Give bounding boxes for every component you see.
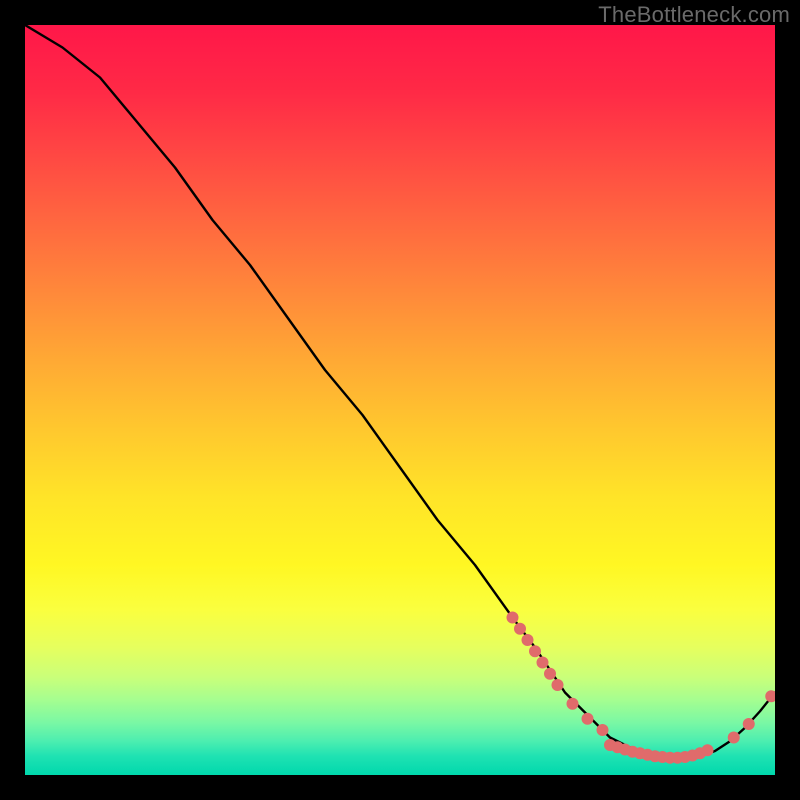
data-point — [507, 612, 519, 624]
data-point — [552, 679, 564, 691]
bottleneck-curve — [25, 25, 775, 758]
data-point — [728, 732, 740, 744]
data-point — [529, 645, 541, 657]
data-point — [537, 657, 549, 669]
plot-area — [25, 25, 775, 775]
data-point — [702, 744, 714, 756]
data-point — [567, 698, 579, 710]
data-point — [522, 634, 534, 646]
curve-layer — [25, 25, 775, 775]
watermark-text: TheBottleneck.com — [598, 2, 790, 28]
curve-markers — [507, 612, 776, 764]
data-point — [582, 713, 594, 725]
data-point — [743, 718, 755, 730]
chart-frame: TheBottleneck.com — [0, 0, 800, 800]
data-point — [765, 690, 775, 702]
data-point — [544, 668, 556, 680]
data-point — [597, 724, 609, 736]
data-point — [514, 623, 526, 635]
